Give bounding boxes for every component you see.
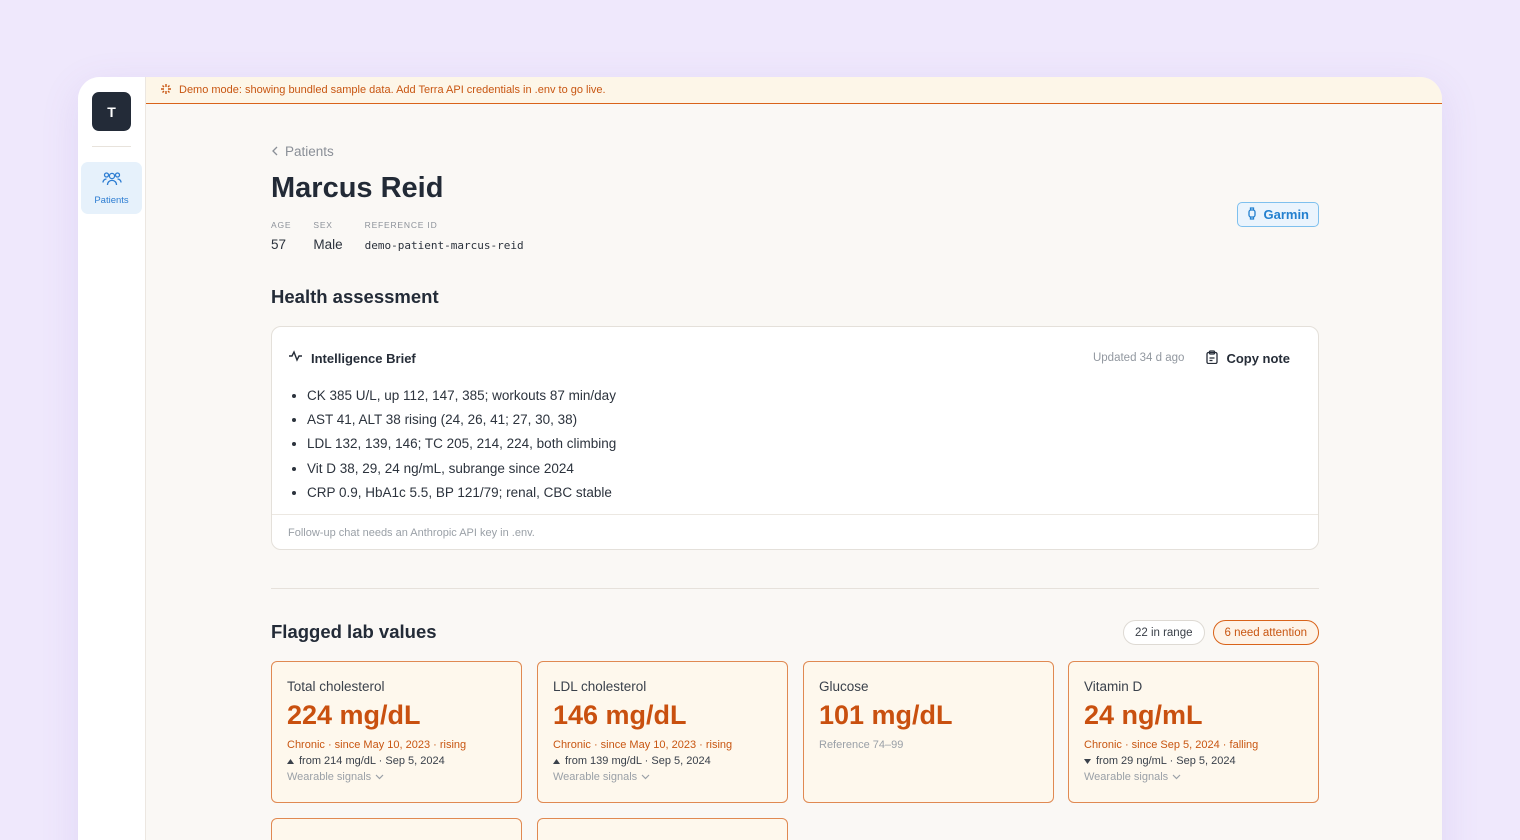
lab-card-total-cholesterol[interactable]: Total cholesterol 224 mg/dL Chronic · si… — [271, 661, 522, 803]
meta-reference-value: demo-patient-marcus-reid — [364, 239, 524, 252]
caret-up-icon — [287, 755, 294, 767]
lab-card-partial[interactable] — [537, 818, 788, 840]
section-divider — [271, 588, 1319, 589]
lab-name: Total cholesterol — [287, 679, 385, 694]
breadcrumb[interactable]: Patients — [271, 144, 334, 159]
device-badge-label: Garmin — [1263, 207, 1309, 222]
list-item: AST 41, ALT 38 rising (24, 26, 41; 27, 3… — [307, 408, 616, 432]
lab-from: from 29 ng/mL · Sep 5, 2024 — [1096, 755, 1236, 767]
copy-note-button[interactable]: Copy note — [1206, 349, 1290, 367]
brief-footer-note: Follow-up chat needs an Anthropic API ke… — [272, 514, 1318, 550]
lab-value: 24 ng/mL — [1084, 700, 1203, 730]
wearable-signals-toggle[interactable]: Wearable signals — [287, 771, 506, 783]
lab-card-vitamin-d[interactable]: Vitamin D 24 ng/mL Chronic · since Sep 5… — [1068, 661, 1319, 803]
lab-value: 101 mg/dL — [819, 700, 953, 730]
list-item: LDL 132, 139, 146; TC 205, 214, 224, bot… — [307, 432, 616, 456]
brief-title: Intelligence Brief — [311, 350, 416, 366]
demo-mode-banner: Demo mode: showing bundled sample data. … — [146, 77, 1442, 104]
lab-trend: from 214 mg/dL · Sep 5, 2024 — [287, 755, 506, 767]
list-item: CK 385 U/L, up 112, 147, 385; workouts 8… — [307, 384, 616, 408]
meta-sex-label: SEX — [313, 220, 333, 230]
meta-sex-value: Male — [313, 237, 343, 252]
page-title: Marcus Reid — [271, 172, 444, 204]
intelligence-brief-card: Intelligence Brief Updated 34 d ago Copy… — [271, 326, 1319, 550]
lab-summary-pills: 22 in range 6 need attention — [1122, 620, 1319, 645]
in-range-pill[interactable]: 22 in range — [1122, 620, 1205, 645]
meta-age: AGE 57 — [271, 220, 291, 252]
sidebar-divider — [92, 146, 131, 147]
patient-meta: AGE 57 SEX Male REFERENCE ID demo-patien… — [271, 220, 546, 252]
lab-from: from 214 mg/dL · Sep 5, 2024 — [299, 755, 445, 767]
lab-value: 224 mg/dL — [287, 700, 421, 730]
meta-age-value: 57 — [271, 237, 287, 252]
list-item: Vit D 38, 29, 24 ng/mL, subrange since 2… — [307, 457, 616, 481]
lab-trend: from 29 ng/mL · Sep 5, 2024 — [1084, 755, 1303, 767]
lab-reference: Reference 74–99 — [819, 739, 904, 751]
meta-reference-id: REFERENCE ID demo-patient-marcus-reid — [365, 220, 524, 252]
list-item: CRP 0.9, HbA1c 5.5, BP 121/79; renal, CB… — [307, 481, 616, 505]
meta-sex: SEX Male — [313, 220, 342, 252]
lab-card-ldl-cholesterol[interactable]: LDL cholesterol 146 mg/dL Chronic · sinc… — [537, 661, 788, 803]
brief-bullets: CK 385 U/L, up 112, 147, 385; workouts 8… — [307, 384, 616, 505]
lab-status: Chronic · since May 10, 2023 · rising — [553, 739, 733, 751]
device-badge-garmin[interactable]: Garmin — [1237, 202, 1319, 227]
users-icon — [101, 171, 122, 192]
lab-status: Chronic · since Sep 5, 2024 · falling — [1084, 739, 1259, 751]
sparkle-icon — [160, 83, 172, 98]
lab-card-partial[interactable] — [271, 818, 522, 840]
lab-name: LDL cholesterol — [553, 679, 647, 694]
brief-updated: Updated 34 d ago — [1092, 352, 1185, 364]
copy-note-label: Copy note — [1226, 350, 1290, 366]
chevron-down-icon — [1172, 771, 1181, 783]
wearable-signals-label: Wearable signals — [553, 771, 638, 783]
meta-age-label: AGE — [271, 220, 292, 230]
lab-from: from 139 mg/dL · Sep 5, 2024 — [565, 755, 711, 767]
breadcrumb-patients-link[interactable]: Patients — [285, 144, 334, 159]
lab-name: Glucose — [819, 679, 869, 694]
chevron-down-icon — [375, 771, 384, 783]
watch-icon — [1247, 206, 1257, 223]
lab-card-glucose[interactable]: Glucose 101 mg/dL Reference 74–99 — [803, 661, 1054, 803]
lab-name: Vitamin D — [1084, 679, 1143, 694]
wearable-signals-toggle[interactable]: Wearable signals — [1084, 771, 1303, 783]
sidebar-item-label: Patients — [94, 194, 129, 206]
caret-down-icon — [1084, 755, 1091, 767]
sidebar: T Patients — [78, 77, 146, 840]
chevron-left-icon — [271, 144, 279, 159]
lab-status: Chronic · since May 10, 2023 · rising — [287, 739, 467, 751]
chevron-down-icon — [641, 771, 650, 783]
lab-trend: from 139 mg/dL · Sep 5, 2024 — [553, 755, 772, 767]
app-logo[interactable]: T — [92, 92, 131, 131]
activity-icon — [288, 349, 303, 367]
banner-text: Demo mode: showing bundled sample data. … — [179, 84, 606, 96]
caret-up-icon — [553, 755, 560, 767]
clipboard-icon — [1206, 349, 1219, 367]
flagged-labs-heading: Flagged lab values — [271, 621, 437, 642]
app-window: T Patients Demo mode: showing bundled sa… — [78, 77, 1442, 840]
meta-reference-label: REFERENCE ID — [364, 220, 438, 230]
wearable-signals-label: Wearable signals — [287, 771, 372, 783]
brief-header: Intelligence Brief Updated 34 d ago Copy… — [288, 349, 1290, 367]
wearable-signals-label: Wearable signals — [1084, 771, 1169, 783]
sidebar-item-patients[interactable]: Patients — [81, 162, 142, 214]
need-attention-pill[interactable]: 6 need attention — [1212, 620, 1319, 645]
lab-value: 146 mg/dL — [553, 700, 687, 730]
health-assessment-heading: Health assessment — [271, 286, 439, 307]
wearable-signals-toggle[interactable]: Wearable signals — [553, 771, 772, 783]
